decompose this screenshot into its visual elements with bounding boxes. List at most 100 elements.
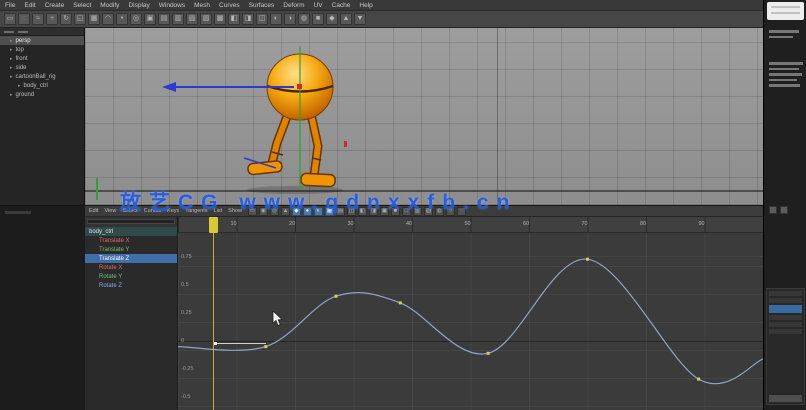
ge-unify-tangents-icon[interactable]: ■ [391, 207, 400, 216]
ge-plateau-tangent-icon[interactable]: ◫ [347, 207, 356, 216]
ge-menu-list[interactable]: List [214, 208, 223, 214]
expand-arrow-icon[interactable]: ▸ [18, 83, 21, 89]
ge-menu-tangents[interactable]: Tangents [185, 208, 207, 214]
shaded-icon[interactable]: ◍ [298, 13, 310, 25]
ge-add-keys-icon[interactable]: ◎ [270, 207, 279, 216]
selected-stat-row[interactable] [769, 305, 802, 313]
select-tool-icon[interactable]: ▭ [4, 13, 16, 25]
channel-translate-x[interactable]: Translate X [85, 236, 177, 245]
ge-value-snap-icon[interactable]: ○ [446, 207, 455, 216]
menu-uv[interactable]: UV [314, 2, 323, 9]
channel-translate-z[interactable]: Translate Z [85, 254, 177, 263]
ge-pre-infinity-icon[interactable]: ◌ [457, 207, 466, 216]
expand-arrow-icon[interactable]: ▸ [10, 92, 13, 98]
ge-move-keys-icon[interactable]: ▭ [248, 207, 257, 216]
paint-select-tool-icon[interactable]: ≈ [32, 13, 44, 25]
ge-swap-buffer-icon[interactable]: ◨ [369, 207, 378, 216]
menu-modify[interactable]: Modify [100, 2, 119, 9]
menu-surfaces[interactable]: Surfaces [249, 2, 275, 9]
channel-rotate-x[interactable]: Rotate X [85, 263, 177, 272]
expand-arrow-icon[interactable]: ▸ [10, 65, 13, 71]
textured-icon[interactable]: ■ [312, 13, 324, 25]
construction-history-icon[interactable]: ▧ [186, 13, 198, 25]
ge-lattice-deform-icon[interactable]: ▲ [281, 207, 290, 216]
ge-menu-select[interactable]: Select [122, 208, 137, 214]
ge-canvas[interactable]: 0.750.50.250-0.25-0.5 [178, 233, 763, 410]
manip-center-handle[interactable] [297, 84, 302, 89]
snap-center-icon[interactable]: ◎ [130, 13, 142, 25]
keyframe-dot[interactable] [487, 352, 490, 355]
snap-grid-icon[interactable]: ▦ [88, 13, 100, 25]
lighting-icon[interactable]: ◆ [326, 13, 338, 25]
wireframe-icon[interactable]: ◑ [284, 13, 296, 25]
xray-icon[interactable]: ◐ [270, 13, 282, 25]
menu-display[interactable]: Display [128, 2, 149, 9]
keyframe-dot[interactable] [264, 345, 267, 348]
right-panel-icons[interactable] [769, 206, 788, 214]
make-live-icon[interactable]: ▣ [144, 13, 156, 25]
ge-menu-keys[interactable]: Keys [167, 208, 179, 214]
ge-flat-tangent-icon[interactable]: ▦ [325, 207, 334, 216]
channel-node-row[interactable]: body_ctrl [85, 227, 177, 236]
channel-translate-y[interactable]: Translate Y [85, 245, 177, 254]
isolate-select-icon[interactable]: ▲ [340, 13, 352, 25]
scale-tool-icon[interactable]: ◱ [74, 13, 86, 25]
character[interactable] [160, 40, 390, 200]
menu-file[interactable]: File [5, 2, 15, 9]
keyframe-dot[interactable] [399, 301, 402, 304]
snap-point-icon[interactable]: • [116, 13, 128, 25]
outliner-item-body-ctrl[interactable]: ▸body_ctrl [0, 81, 84, 90]
menu-mesh[interactable]: Mesh [194, 2, 210, 9]
keyframe-dot[interactable] [586, 258, 589, 261]
key-stats-panel[interactable] [766, 288, 805, 405]
expand-arrow-icon[interactable]: ▸ [10, 56, 13, 62]
expand-arrow-icon[interactable]: ▸ [10, 47, 13, 53]
ge-insert-keys-icon[interactable]: ◉ [259, 207, 268, 216]
ge-linear-tangent-icon[interactable]: ◐ [314, 207, 323, 216]
outliner-item-front[interactable]: ▸front [0, 54, 84, 63]
render-icon[interactable]: ▨ [200, 13, 212, 25]
ge-auto-load-icon[interactable]: ▧ [424, 207, 433, 216]
channel-rotate-z[interactable]: Rotate Z [85, 281, 177, 290]
menu-help[interactable]: Help [359, 2, 372, 9]
ge-menu-edit[interactable]: Edit [89, 208, 98, 214]
ge-lock-tangent-icon[interactable]: ▥ [413, 207, 422, 216]
ge-spline-tangent-icon[interactable]: ◆ [292, 207, 301, 216]
outliner-item-persp[interactable]: ▸persp [0, 36, 84, 45]
character-legs[interactable] [247, 114, 335, 187]
expand-arrow-icon[interactable]: ▸ [10, 38, 13, 44]
menu-deform[interactable]: Deform [283, 2, 304, 9]
rotate-tool-icon[interactable]: ↻ [60, 13, 72, 25]
viewport[interactable] [85, 28, 763, 205]
ge-time-snap-icon[interactable]: ◍ [435, 207, 444, 216]
paint-effects-icon[interactable]: ◨ [242, 13, 254, 25]
move-tool-icon[interactable]: + [46, 13, 58, 25]
render-settings-icon[interactable]: ◧ [228, 13, 240, 25]
input-connections-icon[interactable]: ▤ [158, 13, 170, 25]
menu-select[interactable]: Select [73, 2, 91, 9]
ge-ruler[interactable]: 102030405060708090 [178, 217, 763, 233]
notification-popup[interactable] [767, 2, 804, 20]
keyframe-dot[interactable] [697, 378, 700, 381]
tangent-handle[interactable] [216, 343, 266, 344]
ge-menu-show[interactable]: Show [228, 208, 242, 214]
symmetry-icon[interactable]: ◫ [256, 13, 268, 25]
ge-step-tangent-icon[interactable]: ▤ [336, 207, 345, 216]
ge-menu-view[interactable]: View [104, 208, 116, 214]
playhead-marker[interactable] [209, 217, 218, 233]
output-connections-icon[interactable]: ▥ [172, 13, 184, 25]
ge-menu-curves[interactable]: Curves [144, 208, 161, 214]
menu-windows[interactable]: Windows [159, 2, 185, 9]
ge-break-tangents-icon[interactable]: ▣ [380, 207, 389, 216]
animation-curve[interactable] [178, 259, 763, 384]
channel-rotate-y[interactable]: Rotate Y [85, 272, 177, 281]
keyframe-dot[interactable] [335, 295, 338, 298]
outliner-item-cartoonball-rig[interactable]: ▸cartoonBall_rig [0, 72, 84, 81]
snap-curve-icon[interactable]: ◠ [102, 13, 114, 25]
character-left-foot[interactable] [247, 160, 282, 174]
menu-cache[interactable]: Cache [332, 2, 351, 9]
lasso-tool-icon[interactable]: ◌ [18, 13, 30, 25]
ge-free-tangent-icon[interactable]: □ [402, 207, 411, 216]
channel-filter[interactable] [85, 217, 177, 227]
expand-arrow-icon[interactable]: ▸ [10, 74, 13, 80]
